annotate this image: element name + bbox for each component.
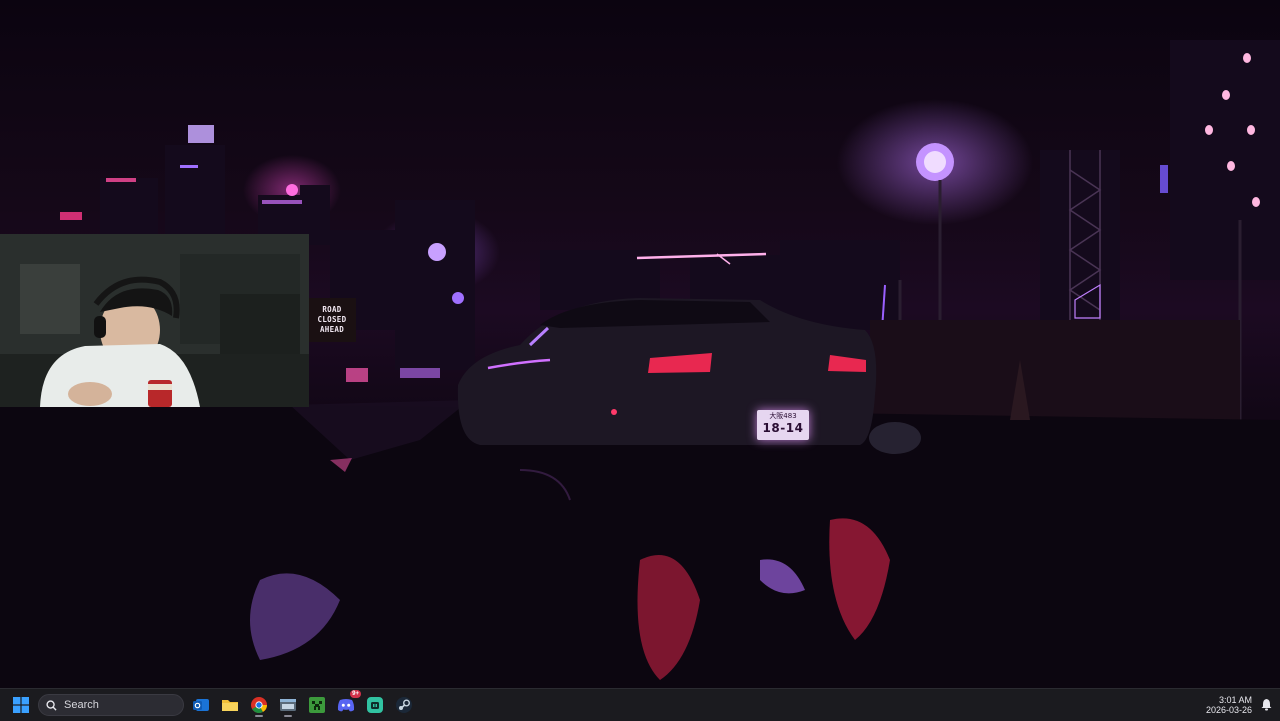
bell-icon <box>1261 699 1272 711</box>
road-closed-sign: ROAD CLOSED AHEAD <box>313 305 351 335</box>
clock-time: 3:01 AM <box>1218 695 1252 705</box>
outlook-icon <box>193 699 209 711</box>
window-icon <box>280 699 296 711</box>
steam-icon <box>396 697 412 713</box>
system-clock[interactable]: 3:01 AM 2026-03-26 <box>1192 695 1252 715</box>
minecraft-icon <box>309 697 325 713</box>
plate-number: 18-14 <box>762 421 804 435</box>
start-button[interactable] <box>8 693 34 717</box>
notification-center-button[interactable] <box>1261 698 1272 716</box>
folder-icon <box>222 700 238 711</box>
taskbar-app-discord[interactable]: 9+ <box>333 690 361 717</box>
sign-line: AHEAD <box>319 325 345 334</box>
windows-logo-icon <box>13 697 29 713</box>
clock-date: 2026-03-26 <box>1205 705 1252 715</box>
sign-line: CLOSED <box>317 315 347 324</box>
streamlabs-icon <box>367 697 383 713</box>
search-box[interactable]: Search <box>38 694 184 716</box>
taskbar-app-steam[interactable] <box>391 693 417 717</box>
discord-notification-badge: 9+ <box>350 690 361 698</box>
chrome-icon <box>251 697 267 713</box>
search-label: Search <box>64 699 99 711</box>
taskbar-app-outlook[interactable] <box>188 693 214 717</box>
taskbar: Search 9+ 3:01 AM 2026-03-26 <box>0 688 1280 721</box>
taskbar-app-file-explorer[interactable] <box>217 693 243 717</box>
webcam-feed <box>0 234 309 407</box>
sign-line: ROAD <box>322 305 342 314</box>
search-icon <box>46 699 57 711</box>
plate-region: 大阪483 <box>769 412 797 420</box>
taskbar-app-minecraft[interactable] <box>304 693 330 717</box>
discord-icon <box>337 699 355 712</box>
taskbar-app-streamlabs[interactable] <box>362 693 388 717</box>
taskbar-app-window[interactable] <box>275 693 301 717</box>
license-plate: 大阪483 18-14 <box>757 410 809 440</box>
webcam-overlay <box>0 234 309 407</box>
taskbar-app-chrome[interactable] <box>246 693 272 717</box>
